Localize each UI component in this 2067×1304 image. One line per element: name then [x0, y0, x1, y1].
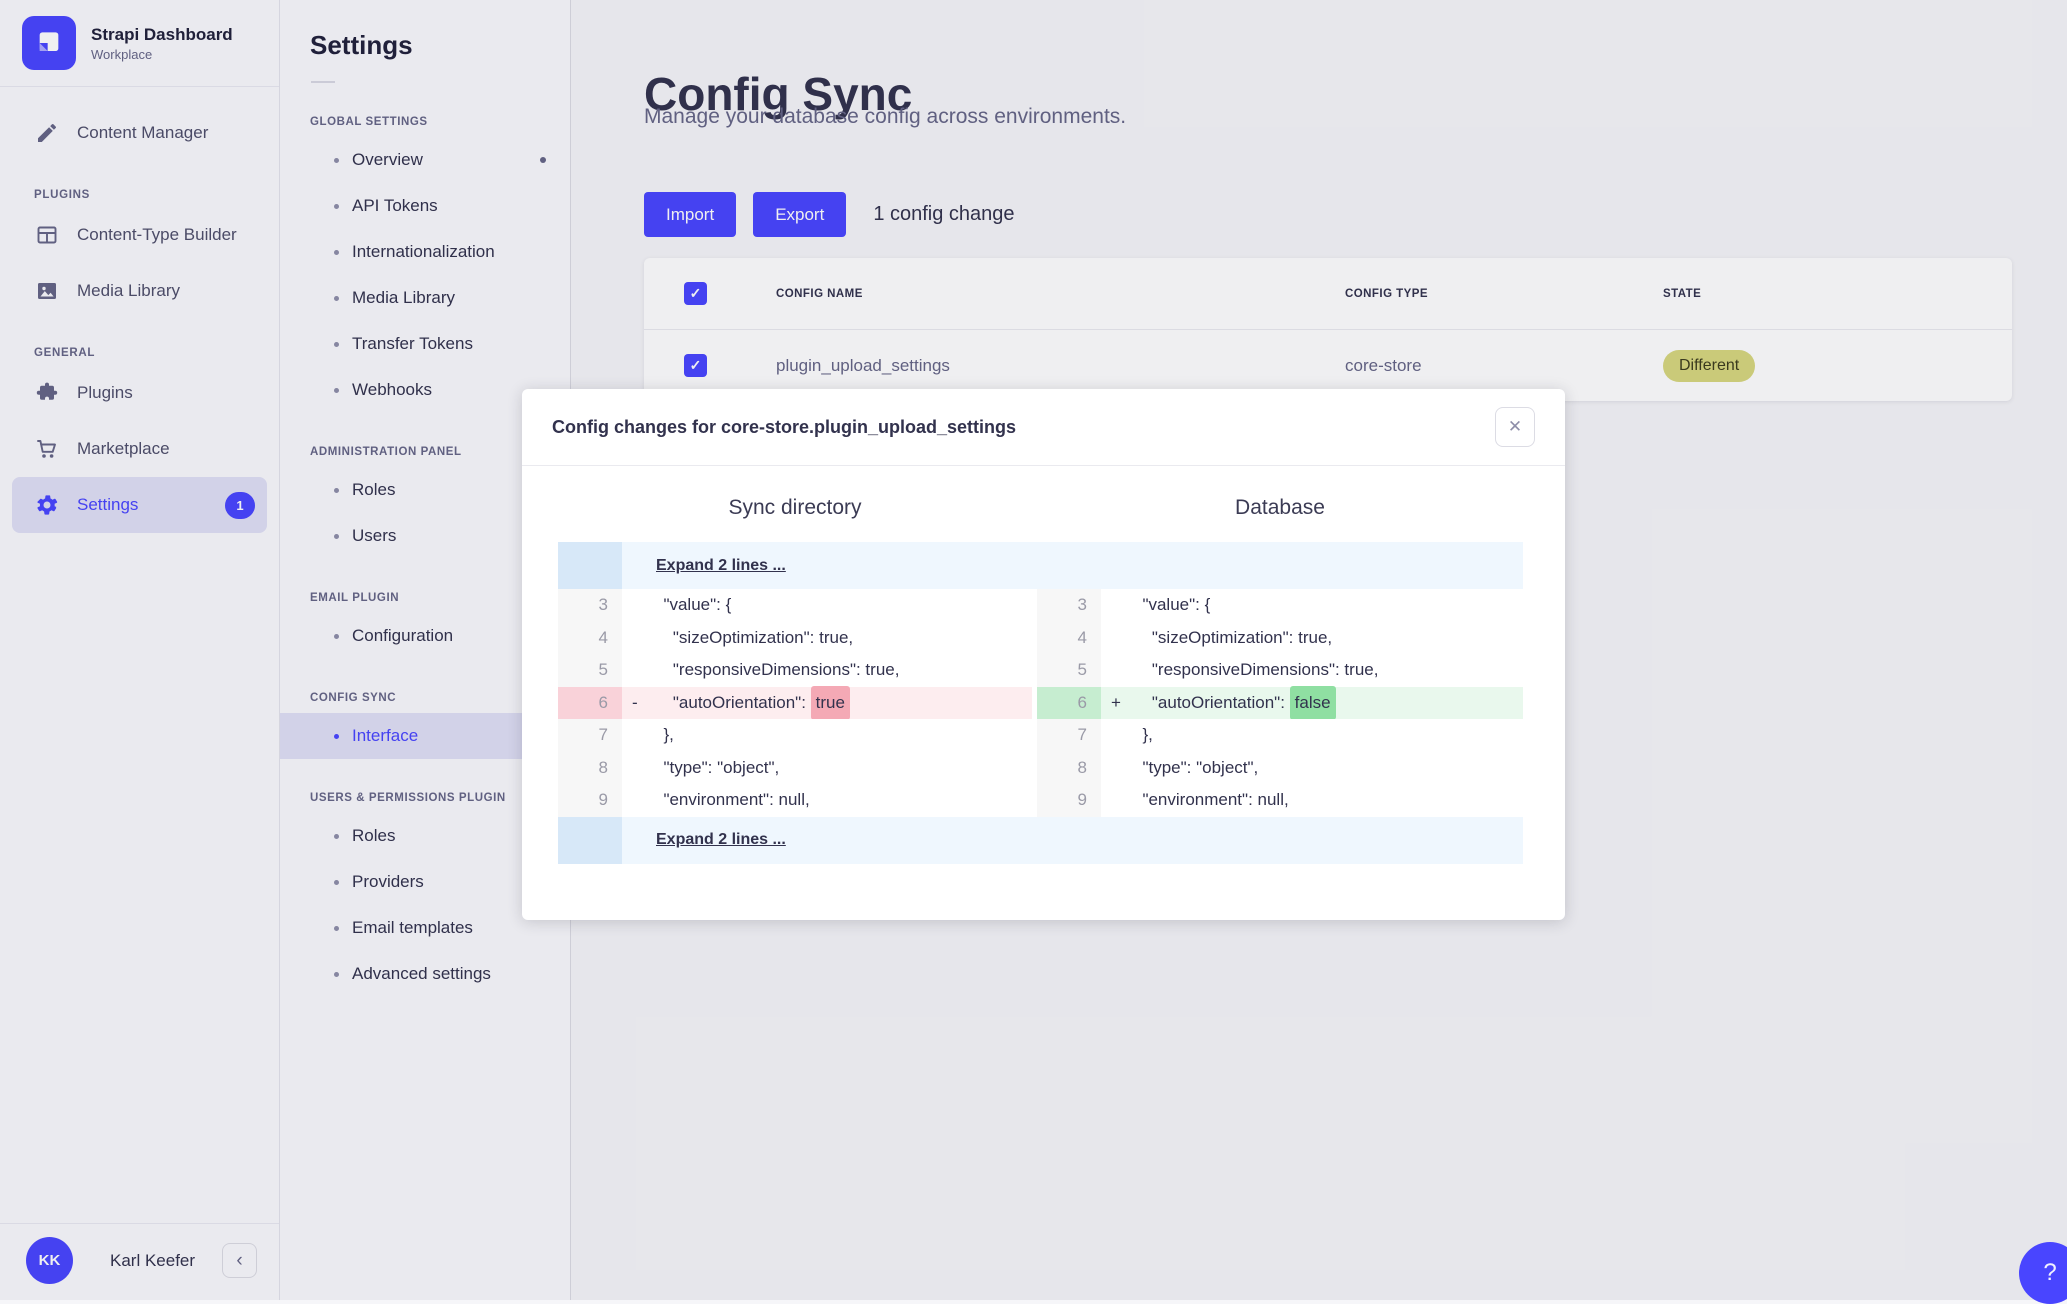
- diff-line: 9 "environment": null,: [1037, 784, 1523, 817]
- code-text: },: [654, 725, 674, 744]
- diff-column-headers: Sync directory Database: [558, 496, 1529, 520]
- code-cell: "sizeOptimization": true,: [622, 621, 1032, 654]
- code-text: "sizeOptimization": true,: [654, 627, 854, 647]
- line-number: 8: [1037, 751, 1101, 784]
- expand-lines-link-top[interactable]: Expand 2 lines ...: [656, 557, 786, 575]
- line-number: 7: [1037, 719, 1101, 752]
- code-cell: },: [622, 719, 1032, 752]
- diff-line: 3 "value": {: [558, 589, 1032, 622]
- code-text: "environment": null,: [654, 790, 810, 809]
- code-text: "value": {: [654, 595, 732, 614]
- code-text: },: [1133, 725, 1153, 744]
- sync-directory-header: Sync directory: [728, 496, 862, 519]
- expand-body: Expand 2 lines ...: [622, 816, 1523, 864]
- code-cell: "type": "object",: [1101, 751, 1523, 784]
- line-number: 6: [1037, 686, 1101, 719]
- line-number: 4: [1037, 621, 1101, 654]
- changed-token: false: [1289, 685, 1336, 720]
- expand-body: Expand 2 lines ...: [622, 542, 1523, 589]
- code-text: "value": {: [1133, 595, 1211, 614]
- code-cell: "environment": null,: [1101, 784, 1523, 817]
- close-icon: ✕: [1507, 417, 1523, 436]
- line-number: 6: [558, 686, 622, 719]
- diff-panel-sync-directory: 3 "value": { 4 "sizeOptimization": true,…: [558, 589, 1032, 817]
- code-cell: - "autoOrientation": true: [622, 685, 1032, 720]
- expand-gutter: [558, 816, 622, 864]
- code-text: "responsiveDimensions": true,: [1133, 660, 1379, 679]
- code-text: "type": "object",: [1133, 757, 1259, 777]
- line-number: 4: [558, 621, 622, 654]
- diff-line: 8 "type": "object",: [1037, 751, 1523, 784]
- code-text: "responsiveDimensions": true,: [654, 660, 900, 679]
- diff-line: 9 "environment": null,: [558, 784, 1032, 817]
- diff-panel-database: 3 "value": { 4 "sizeOptimization": true,…: [1037, 589, 1523, 817]
- diff-viewer: Expand 2 lines ... 3 "value": { 4 "sizeO…: [558, 542, 1523, 864]
- diff-panels: 3 "value": { 4 "sizeOptimization": true,…: [558, 589, 1523, 817]
- diff-sign: +: [1111, 692, 1121, 712]
- diff-line: 4 "sizeOptimization": true,: [558, 621, 1032, 654]
- code-cell: + "autoOrientation": false: [1101, 685, 1523, 720]
- code-text: "autoOrientation":: [654, 692, 811, 712]
- diff-line: 4 "sizeOptimization": true,: [1037, 621, 1523, 654]
- modal-title: Config changes for core-store.plugin_upl…: [552, 416, 1017, 437]
- changed-token: true: [810, 685, 850, 720]
- code-cell: "value": {: [622, 589, 1032, 622]
- diff-line: 5 "responsiveDimensions": true,: [558, 654, 1032, 687]
- diff-line: 5 "responsiveDimensions": true,: [1037, 654, 1523, 687]
- expand-gutter: [558, 542, 622, 589]
- code-text: "autoOrientation":: [1133, 692, 1290, 712]
- code-cell: },: [1101, 719, 1523, 752]
- line-number: 7: [558, 719, 622, 752]
- line-number: 3: [1037, 589, 1101, 622]
- line-number: 5: [558, 654, 622, 687]
- code-text: "sizeOptimization": true,: [1133, 627, 1333, 647]
- expand-row-bottom: Expand 2 lines ...: [558, 816, 1523, 864]
- diff-line: 8 "type": "object",: [558, 751, 1032, 784]
- diff-line: 7 },: [558, 719, 1032, 752]
- diff-line: 7 },: [1037, 719, 1523, 752]
- line-number: 5: [1037, 654, 1101, 687]
- question-mark-icon: ?: [2043, 1259, 2057, 1286]
- code-text: "environment": null,: [1133, 790, 1289, 809]
- diff-line-removed: 6 - "autoOrientation": true: [558, 685, 1032, 720]
- code-cell: "value": {: [1101, 589, 1523, 622]
- expand-row-top: Expand 2 lines ...: [558, 542, 1523, 589]
- code-cell: "type": "object",: [622, 751, 1032, 784]
- code-cell: "environment": null,: [622, 784, 1032, 817]
- close-modal-button[interactable]: ✕: [1495, 407, 1535, 447]
- code-text: "type": "object",: [654, 757, 780, 777]
- line-number: 3: [558, 589, 622, 622]
- diff-sign: -: [632, 692, 638, 712]
- code-cell: "responsiveDimensions": true,: [1101, 654, 1523, 687]
- database-header: Database: [1235, 496, 1325, 519]
- line-number: 9: [558, 784, 622, 817]
- modal-header: Config changes for core-store.plugin_upl…: [522, 389, 1565, 466]
- diff-line-added: 6 + "autoOrientation": false: [1037, 685, 1523, 720]
- line-number: 8: [558, 751, 622, 784]
- diff-line: 3 "value": {: [1037, 589, 1523, 622]
- code-cell: "sizeOptimization": true,: [1101, 621, 1523, 654]
- expand-lines-link-bottom[interactable]: Expand 2 lines ...: [656, 831, 786, 849]
- config-diff-modal: Config changes for core-store.plugin_upl…: [522, 389, 1565, 920]
- line-number: 9: [1037, 784, 1101, 817]
- code-cell: "responsiveDimensions": true,: [622, 654, 1032, 687]
